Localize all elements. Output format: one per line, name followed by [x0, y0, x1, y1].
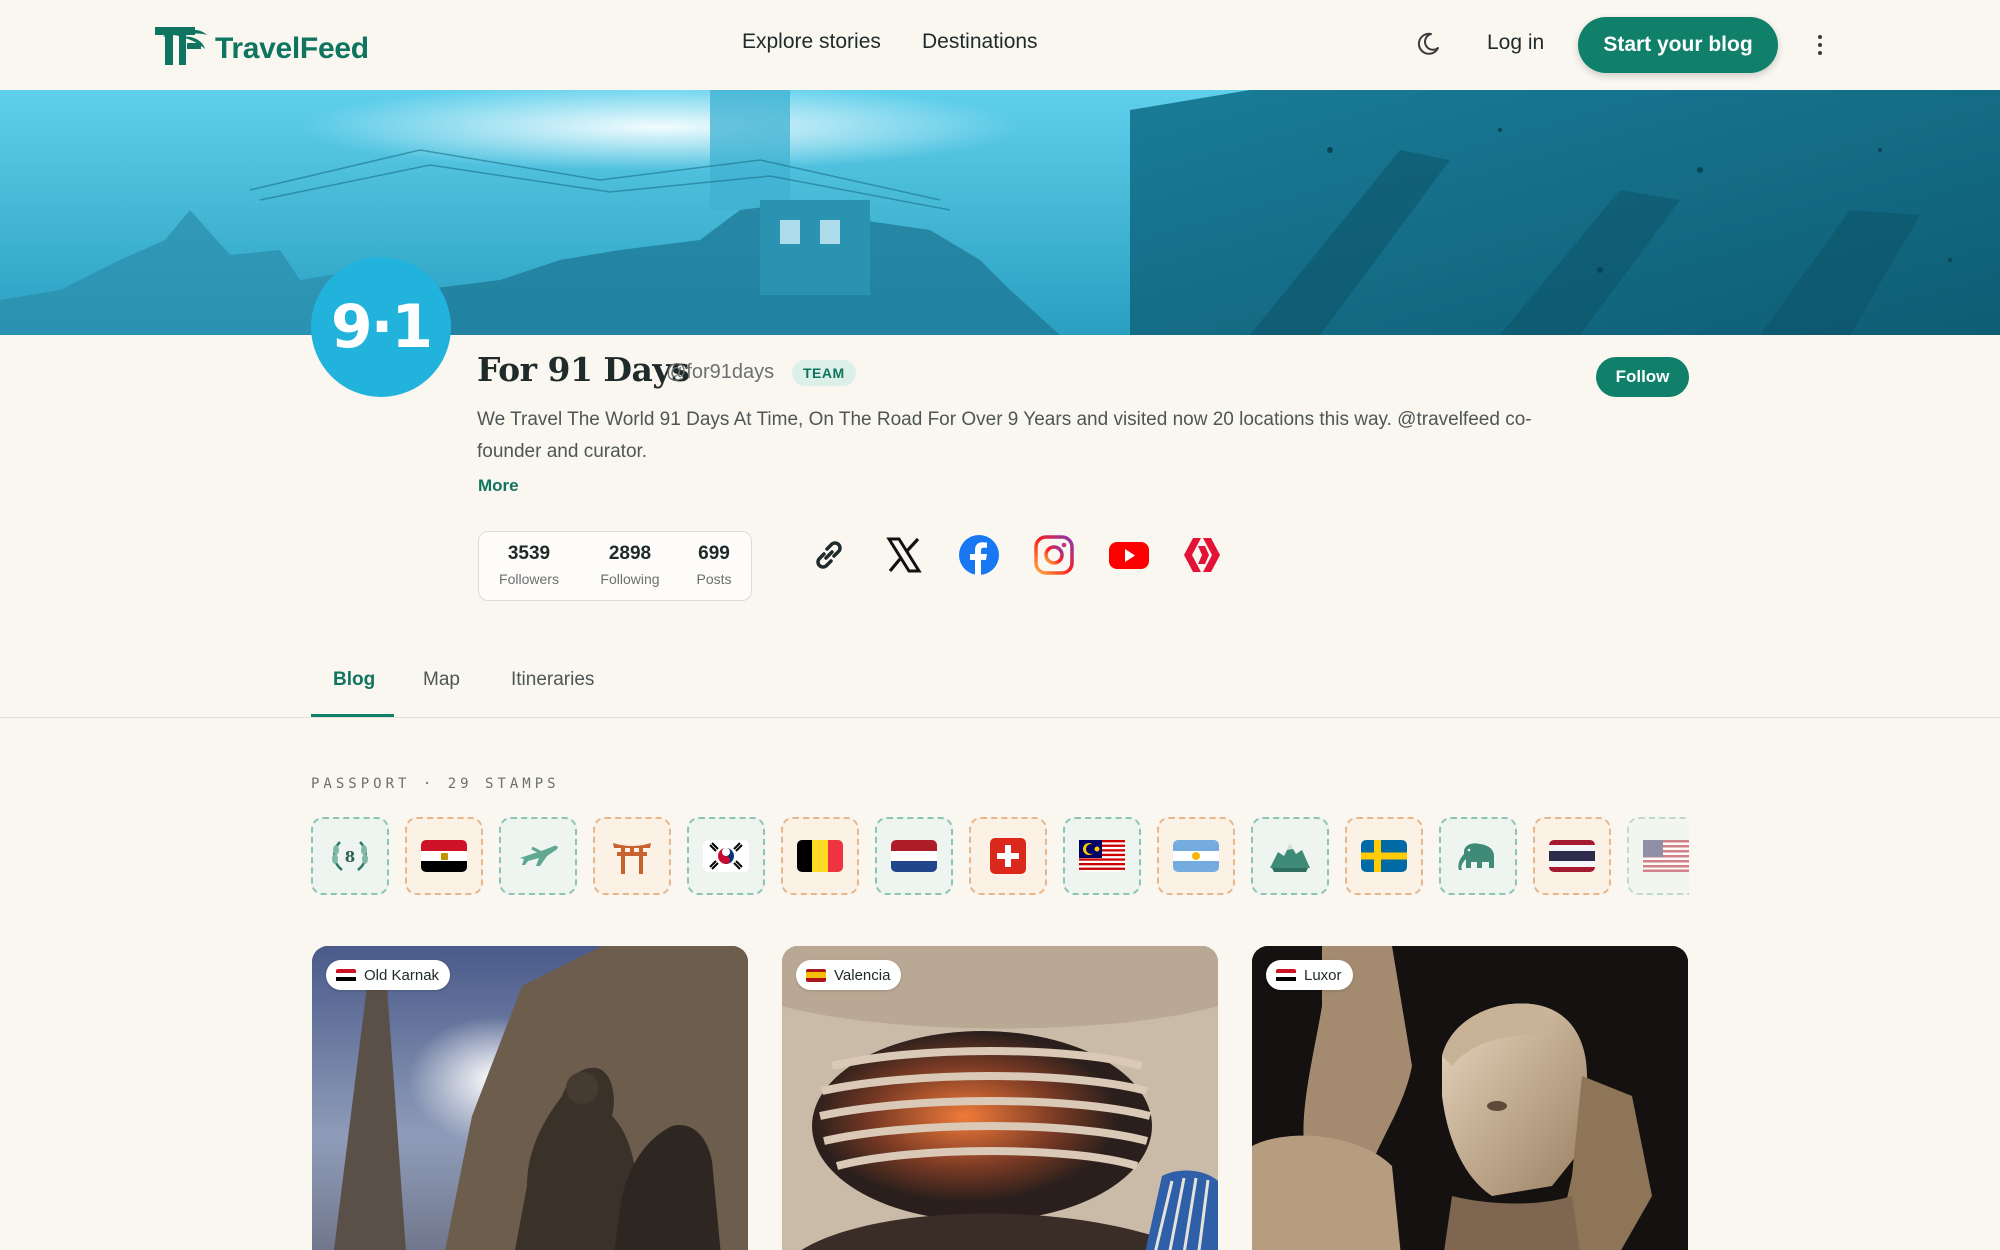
story-card-valencia[interactable]: Valencia — [782, 946, 1218, 1250]
stat-value: 699 — [698, 543, 730, 564]
brand-logo[interactable]: TravelFeed — [155, 24, 369, 68]
stat-following[interactable]: 2898 Following — [591, 543, 669, 587]
moon-icon[interactable] — [1414, 30, 1442, 58]
location-pill[interactable]: Valencia — [796, 960, 902, 990]
elephant-icon — [1458, 843, 1494, 870]
tab-itineraries[interactable]: Itineraries — [511, 669, 594, 691]
stat-value: 3539 — [507, 543, 551, 564]
sweden-flag — [1361, 840, 1407, 872]
stamp-switzerland[interactable] — [969, 817, 1047, 895]
stat-label: Posts — [696, 571, 732, 587]
stamp-laurel[interactable]: 8 — [311, 817, 389, 895]
passport-label: PASSPORT · 29 STAMPS — [311, 776, 560, 792]
stamp-usa[interactable] — [1627, 817, 1689, 895]
stamp-egypt[interactable] — [405, 817, 483, 895]
location-pill[interactable]: Luxor — [1266, 960, 1353, 990]
story-card-luxor[interactable]: Luxor — [1252, 946, 1688, 1250]
link-icon[interactable] — [807, 533, 851, 577]
stamp-thailand[interactable] — [1533, 817, 1611, 895]
egypt-flag-icon — [336, 968, 356, 982]
stat-label: Following — [600, 571, 660, 587]
facebook-icon[interactable] — [957, 533, 1001, 577]
story-card-old-karnak[interactable]: Old Karnak — [312, 946, 748, 1250]
stamp-torii[interactable] — [593, 817, 671, 895]
team-badge: TEAM — [792, 360, 856, 386]
youtube-icon[interactable] — [1107, 533, 1151, 577]
tab-blog[interactable]: Blog — [333, 669, 375, 691]
location-label: Valencia — [834, 966, 891, 984]
mountain-icon — [1270, 844, 1310, 872]
belgium-flag — [797, 840, 843, 872]
instagram-icon[interactable] — [1032, 533, 1076, 577]
profile-handle: @for91days — [666, 361, 775, 383]
stat-followers[interactable]: 3539 Followers — [492, 543, 566, 587]
stamp-south-korea[interactable] — [687, 817, 765, 895]
profile-stats: 3539 Followers 2898 Following 699 Posts — [478, 531, 752, 601]
egypt-flag — [421, 840, 467, 872]
argentina-flag — [1173, 840, 1219, 872]
stamp-mountain[interactable] — [1251, 817, 1329, 895]
egypt-flag-icon — [1276, 968, 1296, 982]
card-photo — [782, 946, 1218, 1250]
start-blog-button[interactable]: Start your blog — [1578, 17, 1778, 73]
stat-posts[interactable]: 699 Posts — [691, 543, 737, 587]
profile-avatar[interactable]: 9·1 — [311, 257, 451, 397]
south-korea-flag — [703, 840, 749, 872]
profile-name: For 91 Days — [477, 350, 690, 389]
stamp-elephant[interactable] — [1439, 817, 1517, 895]
palm-logo-icon — [155, 27, 207, 65]
profile-bio: We Travel The World 91 Days At Time, On … — [477, 409, 1532, 462]
stat-label: Followers — [499, 571, 559, 587]
stamp-airplane[interactable] — [499, 817, 577, 895]
stamp-argentina[interactable] — [1157, 817, 1235, 895]
hive-icon[interactable] — [1180, 533, 1224, 577]
spain-flag-icon — [806, 968, 826, 982]
nav-destinations[interactable]: Destinations — [922, 30, 1038, 54]
stamp-malaysia[interactable] — [1063, 817, 1141, 895]
bio-more-link[interactable]: More — [478, 476, 519, 496]
switzerland-flag — [990, 838, 1026, 874]
tabs-divider — [0, 717, 2000, 718]
x-icon[interactable] — [882, 533, 926, 577]
tab-map[interactable]: Map — [423, 669, 460, 691]
brand-name: TravelFeed — [215, 32, 369, 65]
stamp-sweden[interactable] — [1345, 817, 1423, 895]
stamp-belgium[interactable] — [781, 817, 859, 895]
cover-image — [0, 90, 2000, 335]
airplane-icon — [520, 845, 558, 866]
thailand-flag — [1549, 840, 1595, 872]
torii-gate-icon — [613, 843, 651, 874]
svg-text:8: 8 — [345, 848, 355, 866]
laurel-8-icon: 8 — [332, 841, 368, 871]
location-label: Old Karnak — [364, 966, 440, 984]
login-link[interactable]: Log in — [1487, 31, 1544, 55]
usa-flag — [1643, 840, 1689, 872]
top-navigation-bar: TravelFeed Explore stories Destinations … — [0, 0, 2000, 90]
card-photo — [312, 946, 748, 1250]
follow-button[interactable]: Follow — [1596, 357, 1689, 397]
location-pill[interactable]: Old Karnak — [326, 960, 451, 990]
cover-banner — [0, 90, 2000, 335]
avatar-text: 9·1 — [330, 292, 433, 362]
malaysia-flag — [1079, 840, 1125, 872]
passport-stamps: 8 — [311, 817, 1689, 897]
netherlands-flag — [891, 840, 937, 872]
card-photo — [1252, 946, 1688, 1250]
more-options-icon[interactable] — [1808, 30, 1832, 60]
stamp-netherlands[interactable] — [875, 817, 953, 895]
location-label: Luxor — [1304, 966, 1342, 984]
stat-value: 2898 — [608, 543, 652, 564]
nav-explore-stories[interactable]: Explore stories — [742, 30, 881, 54]
